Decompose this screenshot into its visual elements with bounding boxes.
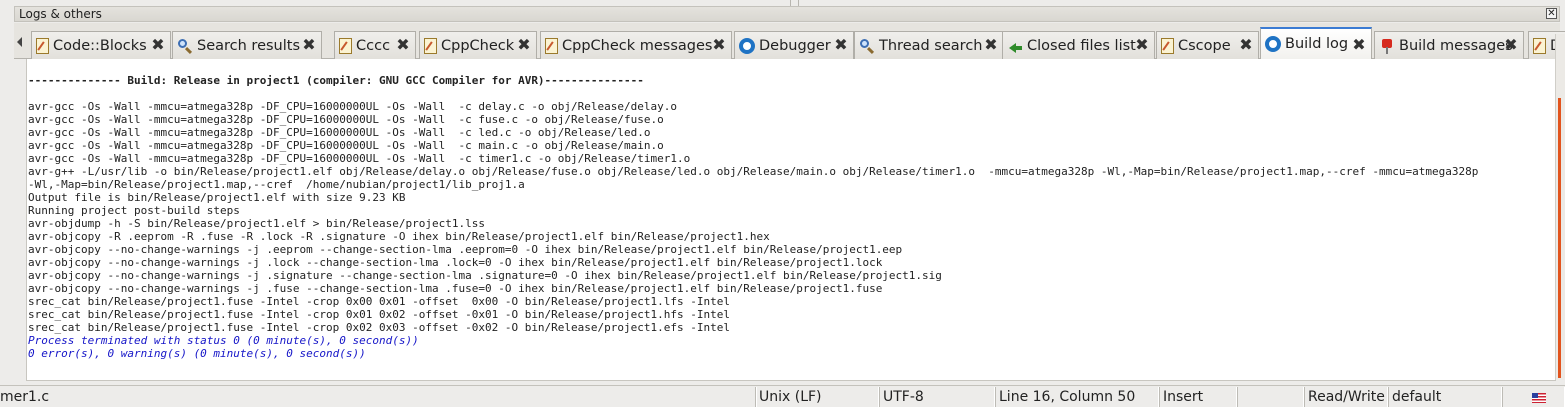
gear-icon xyxy=(1265,36,1281,52)
document-icon xyxy=(339,37,352,54)
log-line: avr-objcopy --no-change-warnings -j .loc… xyxy=(28,256,883,269)
log-line xyxy=(28,87,1478,100)
tab-close-icon[interactable]: ✖ xyxy=(1352,37,1366,53)
tab-close-icon[interactable]: ✖ xyxy=(151,37,165,53)
document-icon xyxy=(1161,37,1174,54)
tab-label: Cccc xyxy=(356,37,391,54)
tab-label: CppCheck messages xyxy=(562,37,713,54)
log-line: -Wl,-Map=bin/Release/project1.map,--cref… xyxy=(28,178,525,191)
log-line: avr-objdump -h -S bin/Release/project1.e… xyxy=(28,217,485,230)
status-insert-mode: Insert xyxy=(1159,387,1237,407)
tab-cccc[interactable]: Cccc ✖ xyxy=(334,31,416,59)
tab-label: Build messages xyxy=(1399,37,1513,54)
log-lines: -------------- Build: Release in project… xyxy=(28,61,1478,360)
log-line: -------------- Build: Release in project… xyxy=(28,74,644,87)
document-icon xyxy=(1533,37,1546,54)
log-line: avr-gcc -Os -Wall -mmcu=atmega328p -DF_C… xyxy=(28,113,664,126)
status-bar: mer1.c Unix (LF) UTF-8 Line 16, Column 5… xyxy=(0,385,1565,407)
tab-label: Closed files list xyxy=(1027,37,1136,54)
search-icon xyxy=(859,38,875,54)
tab-cppcheck-messages[interactable]: CppCheck messages ✖ xyxy=(540,31,732,59)
tab-cppcheck[interactable]: CppCheck ✖ xyxy=(419,31,537,59)
tab-label: Debugger xyxy=(759,37,831,54)
tab-code-blocks[interactable]: Code::Blocks ✖ xyxy=(31,31,171,59)
tab-debugger[interactable]: Debugger ✖ xyxy=(734,31,854,59)
scroll-left-arrow-icon[interactable] xyxy=(17,37,22,47)
status-encoding: UTF-8 xyxy=(879,387,995,407)
tab-close-icon[interactable]: ✖ xyxy=(834,37,848,53)
tab-close-icon[interactable]: ✖ xyxy=(302,37,316,53)
status-locale xyxy=(1502,387,1565,407)
log-line: 0 error(s), 0 warning(s) (0 minute(s), 0… xyxy=(28,347,366,360)
log-line: avr-gcc -Os -Wall -mmcu=atmega328p -DF_C… xyxy=(28,126,651,139)
tab-label: Cscope xyxy=(1178,37,1231,54)
flag-icon xyxy=(1532,393,1546,403)
log-line: Process terminated with status 0 (0 minu… xyxy=(28,334,419,347)
log-line: Running project post-build steps xyxy=(28,204,240,217)
panel-header[interactable]: Logs & others ✕ xyxy=(14,6,1560,22)
close-icon[interactable]: ✕ xyxy=(1546,8,1557,19)
scrollbar-thumb[interactable] xyxy=(1558,98,1561,378)
log-line: avr-objcopy -R .eeprom -R .fuse -R .lock… xyxy=(28,230,770,243)
status-eol: Unix (LF) xyxy=(755,387,879,407)
status-empty xyxy=(1237,387,1304,407)
tab-search-results[interactable]: Search results ✖ xyxy=(172,31,322,59)
log-line: avr-objcopy --no-change-warnings -j .fus… xyxy=(28,282,883,295)
tab-strip: Code::Blocks ✖ Search results ✖ Cccc ✖ CppChec… xyxy=(14,23,1565,59)
tab-close-icon[interactable]: ✖ xyxy=(1239,37,1253,53)
tab-close-icon[interactable]: ✖ xyxy=(712,37,726,53)
document-icon xyxy=(424,37,437,54)
tab-build-log[interactable]: Build log ✖ xyxy=(1260,27,1372,59)
tab-close-icon[interactable]: ✖ xyxy=(1135,37,1149,53)
build-log-output[interactable]: -------------- Build: Release in project… xyxy=(26,59,1556,381)
status-file: mer1.c xyxy=(0,387,757,407)
tab-label: Thread search xyxy=(879,37,983,54)
log-line: srec_cat bin/Release/project1.fuse -Inte… xyxy=(28,321,730,334)
tab-label: Build log xyxy=(1285,36,1349,52)
tab-close-icon[interactable]: ✖ xyxy=(517,37,531,53)
resize-grip[interactable] xyxy=(790,0,793,6)
log-line: avr-gcc -Os -Wall -mmcu=atmega328p -DF_C… xyxy=(28,100,678,113)
log-line: Output file is bin/Release/project1.elf … xyxy=(28,191,406,204)
tab-thread-search[interactable]: Thread search ✖ xyxy=(854,31,1004,59)
tab-closed-files-list[interactable]: Closed files list ✖ xyxy=(1002,31,1155,59)
tab-build-messages[interactable]: Build messages ✖ xyxy=(1374,31,1524,59)
status-access: Read/Write xyxy=(1304,387,1388,407)
log-line: avr-gcc -Os -Wall -mmcu=atmega328p -DF_C… xyxy=(28,139,664,152)
log-line: avr-objcopy --no-change-warnings -j .sig… xyxy=(28,269,942,282)
tab-close-icon[interactable]: ✖ xyxy=(396,37,410,53)
document-icon xyxy=(36,37,49,54)
vertical-scrollbar[interactable] xyxy=(1555,34,1565,380)
back-arrow-icon xyxy=(1007,38,1023,54)
log-line: avr-objcopy --no-change-warnings -j .eep… xyxy=(28,243,903,256)
log-line: avr-gcc -Os -Wall -mmcu=atmega328p -DF_C… xyxy=(28,152,691,165)
status-profile: default xyxy=(1388,387,1502,407)
log-line: srec_cat bin/Release/project1.fuse -Inte… xyxy=(28,295,730,308)
pin-icon xyxy=(1379,38,1395,54)
tab-label: Code::Blocks xyxy=(53,37,147,54)
document-icon xyxy=(545,37,558,54)
panel-title: Logs & others xyxy=(19,7,102,21)
search-icon xyxy=(177,38,193,54)
log-line: srec_cat bin/Release/project1.fuse -Inte… xyxy=(28,308,730,321)
logs-panel: Logs & others ✕ Code::Blocks ✖ Search resu… xyxy=(10,0,1565,384)
log-line xyxy=(28,61,1478,74)
gear-icon xyxy=(739,37,755,54)
resize-grip[interactable] xyxy=(798,0,801,6)
tab-close-icon[interactable]: ✖ xyxy=(1504,37,1518,53)
tab-label: Search results xyxy=(197,37,301,54)
tab-cscope[interactable]: Cscope ✖ xyxy=(1156,31,1259,59)
log-line: avr-g++ -L/usr/lib -o bin/Release/projec… xyxy=(28,165,1479,178)
tab-label: CppCheck xyxy=(441,37,515,54)
tab-close-icon[interactable]: ✖ xyxy=(984,37,998,53)
status-cursor-position: Line 16, Column 50 xyxy=(995,387,1159,407)
